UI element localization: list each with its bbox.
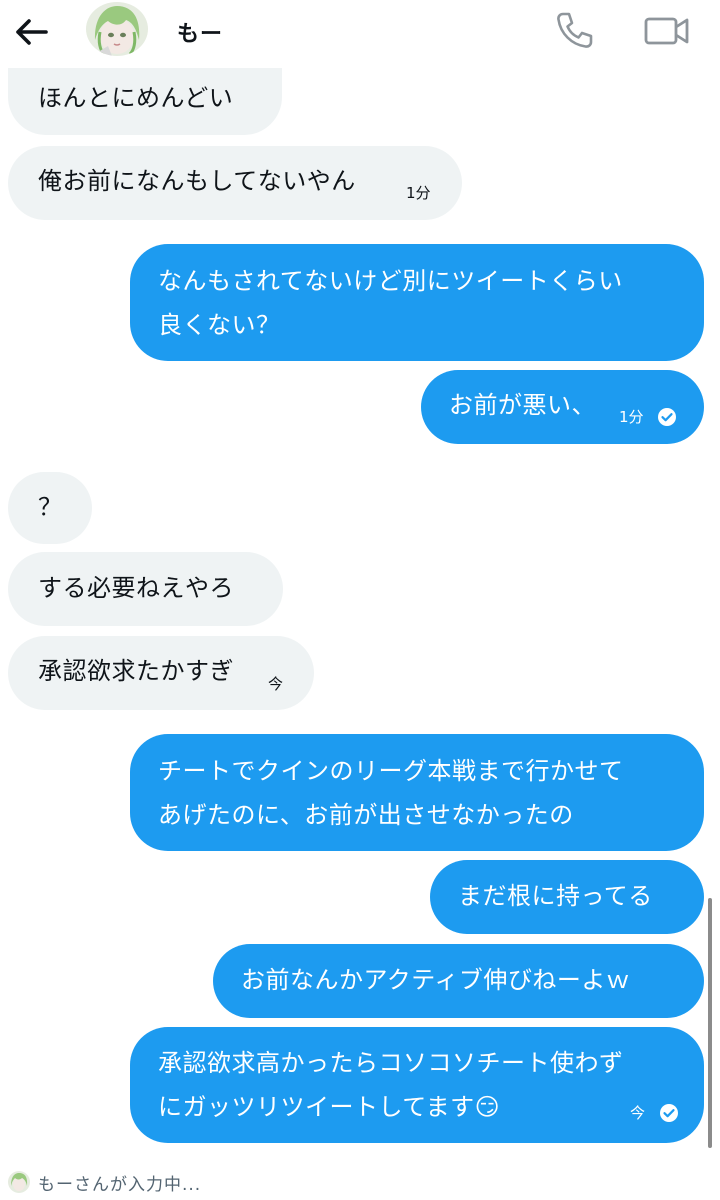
video-call-button[interactable]: [642, 8, 692, 52]
message-bubble-sent[interactable]: チートでクインのリーグ本戦まで行かせて あげたのに、お前が出させなかったの: [130, 734, 704, 851]
typing-text: もーさんが入力中...: [38, 1175, 202, 1195]
message-text-line: にガッツリツイートしてます😏: [158, 1093, 501, 1121]
message-bubble-received[interactable]: する必要ねえやろ: [8, 552, 283, 626]
message-bubble-received[interactable]: ？: [8, 472, 92, 544]
scrollbar[interactable]: [708, 898, 712, 1148]
chat-name[interactable]: もー: [177, 16, 223, 48]
message-text: ほんとにめんどい: [38, 84, 234, 112]
check-circle-icon: [660, 1104, 678, 1122]
message-text: する必要ねえやろ: [38, 574, 234, 602]
back-button[interactable]: [10, 12, 54, 52]
message-text: お前なんかアクティブ伸びねーよｗ: [241, 966, 631, 994]
check-circle-icon: [658, 408, 676, 426]
conversation-header: もー: [0, 0, 720, 68]
video-camera-icon: [644, 17, 689, 45]
message-text: まだ根に持ってる: [458, 882, 653, 910]
message-bubble-sent[interactable]: 承認欲求高かったらコソコソチート使わず にガッツリツイートしてます😏 今: [130, 1027, 704, 1143]
typing-indicator: もーさんが入力中...: [0, 1162, 720, 1200]
avatar-image: [86, 2, 148, 56]
message-text-line: 良くない？: [158, 311, 281, 339]
message-timestamp: 今: [268, 675, 284, 693]
arrow-left-icon: [16, 19, 48, 45]
avatar[interactable]: [86, 2, 148, 56]
message-timestamp: 1分: [406, 184, 431, 202]
message-bubble-received[interactable]: 俺お前になんもしてないやん 1分: [8, 146, 462, 220]
message-bubble-sent[interactable]: お前なんかアクティブ伸びねーよｗ: [213, 944, 704, 1018]
message-text-line: 承認欲求高かったらコソコソチート使わず: [158, 1049, 624, 1077]
message-text: 俺お前になんもしてないやん: [38, 167, 356, 195]
message-timestamp: 1分: [619, 408, 644, 426]
message-text-line: あげたのに、お前が出させなかったの: [158, 801, 574, 829]
phone-icon: [557, 12, 593, 48]
message-bubble-received[interactable]: 承認欲求たかすぎ 今: [8, 636, 314, 710]
avatar-image: [8, 1171, 30, 1193]
typing-avatar: [8, 1171, 30, 1193]
message-text-line: チートでクインのリーグ本戦まで行かせて: [158, 757, 624, 785]
message-text-line: なんもされてないけど別にツイートくらい: [158, 267, 623, 295]
message-bubble-received[interactable]: ほんとにめんどい: [8, 62, 282, 135]
message-timestamp: 今: [630, 1104, 646, 1122]
message-text: ？: [38, 493, 63, 521]
call-button[interactable]: [553, 8, 597, 52]
message-bubble-sent[interactable]: まだ根に持ってる: [430, 860, 704, 934]
message-bubble-sent[interactable]: お前が悪い、 1分: [421, 370, 704, 444]
message-bubble-sent[interactable]: なんもされてないけど別にツイートくらい 良くない？: [130, 244, 704, 361]
